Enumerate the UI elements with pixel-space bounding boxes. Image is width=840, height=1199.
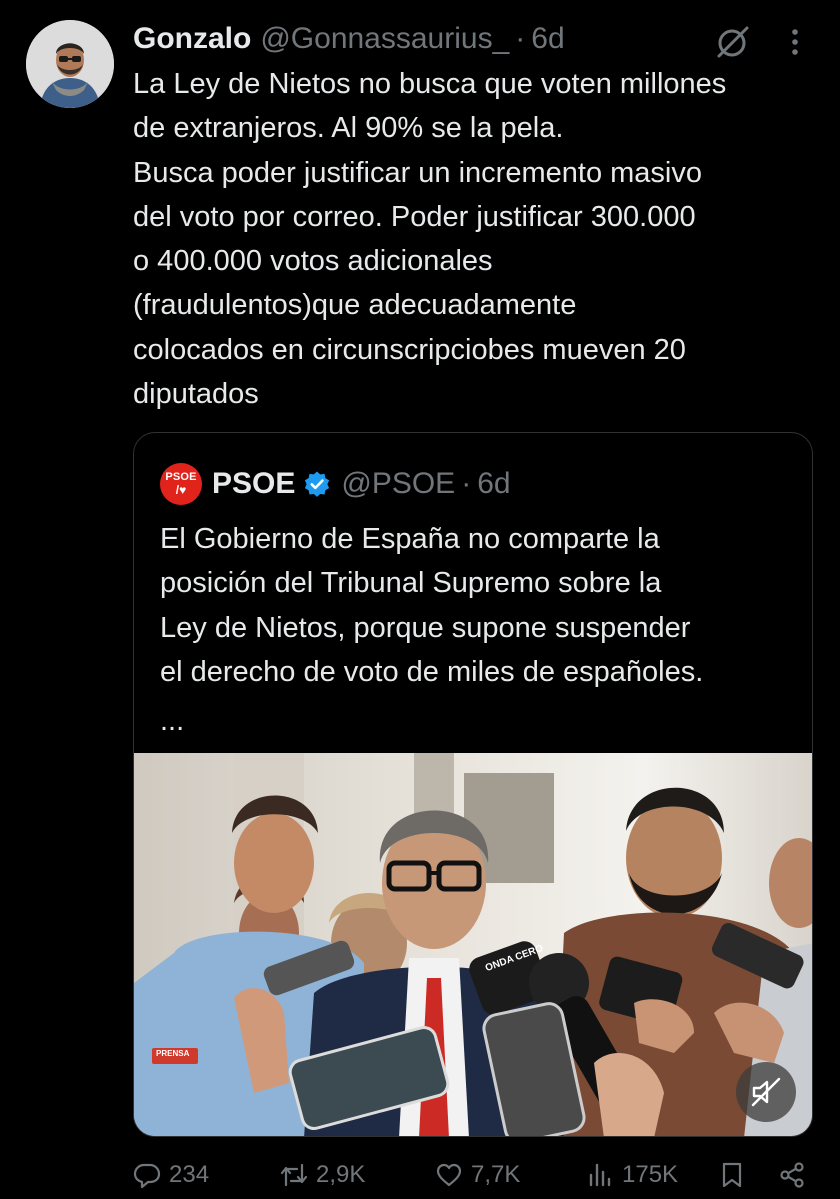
views-icon	[589, 1163, 611, 1187]
bookmark-button[interactable]	[718, 1153, 746, 1197]
grok-icon[interactable]	[713, 24, 753, 60]
bookmark-icon	[722, 1162, 742, 1188]
views-count: 175K	[622, 1161, 679, 1188]
more-icon[interactable]	[785, 24, 805, 60]
avatar[interactable]	[26, 20, 114, 108]
reply-count: 234	[169, 1161, 210, 1188]
quoted-header: PSOE /♥ PSOE @PSOE · 6d	[160, 463, 511, 505]
verified-icon	[305, 471, 330, 497]
reply-button[interactable]: 234	[133, 1153, 209, 1197]
quoted-time[interactable]: 6d	[477, 467, 510, 501]
like-icon	[436, 1163, 462, 1187]
separator-dot: ·	[515, 22, 526, 55]
author-name[interactable]: Gonzalo	[133, 22, 251, 56]
quoted-tweet[interactable]: PSOE /♥ PSOE @PSOE · 6d El Gobierno de E…	[133, 432, 813, 1137]
psoe-logo-mark: /♥	[175, 483, 187, 497]
share-icon	[780, 1162, 804, 1188]
quoted-media[interactable]: ONDA CERO PRENSA	[134, 753, 812, 1136]
press-badge: PRENSA	[156, 1049, 190, 1058]
tweet-time[interactable]: 6d	[531, 22, 564, 56]
repost-icon	[280, 1163, 308, 1187]
tweet-header: Gonzalo @Gonnassaurius_ · 6d	[133, 22, 565, 56]
repost-count: 2,9K	[316, 1161, 366, 1188]
quoted-author-handle[interactable]: @PSOE	[341, 467, 455, 501]
author-handle[interactable]: @Gonnassaurius_	[260, 22, 509, 56]
repost-button[interactable]: 2,9K	[280, 1153, 365, 1197]
action-bar: 234 2,9K 7,7K 175K	[0, 1153, 840, 1197]
views-button[interactable]: 175K	[586, 1153, 678, 1197]
share-button[interactable]	[778, 1153, 806, 1197]
quoted-separator-dot: ·	[461, 467, 472, 500]
psoe-logo[interactable]: PSOE /♥	[160, 463, 202, 505]
quoted-text: El Gobierno de España no comparte la pos…	[160, 523, 704, 688]
like-button[interactable]: 7,7K	[435, 1153, 520, 1197]
quoted-author-name[interactable]: PSOE	[212, 467, 295, 501]
tweet-text: La Ley de Nietos no busca que voten mill…	[133, 68, 727, 411]
mute-icon[interactable]	[736, 1062, 796, 1122]
quoted-show-more[interactable]: ...	[160, 699, 184, 743]
psoe-logo-text: PSOE	[165, 471, 197, 483]
like-count: 7,7K	[471, 1161, 521, 1188]
reply-icon	[133, 1163, 161, 1189]
